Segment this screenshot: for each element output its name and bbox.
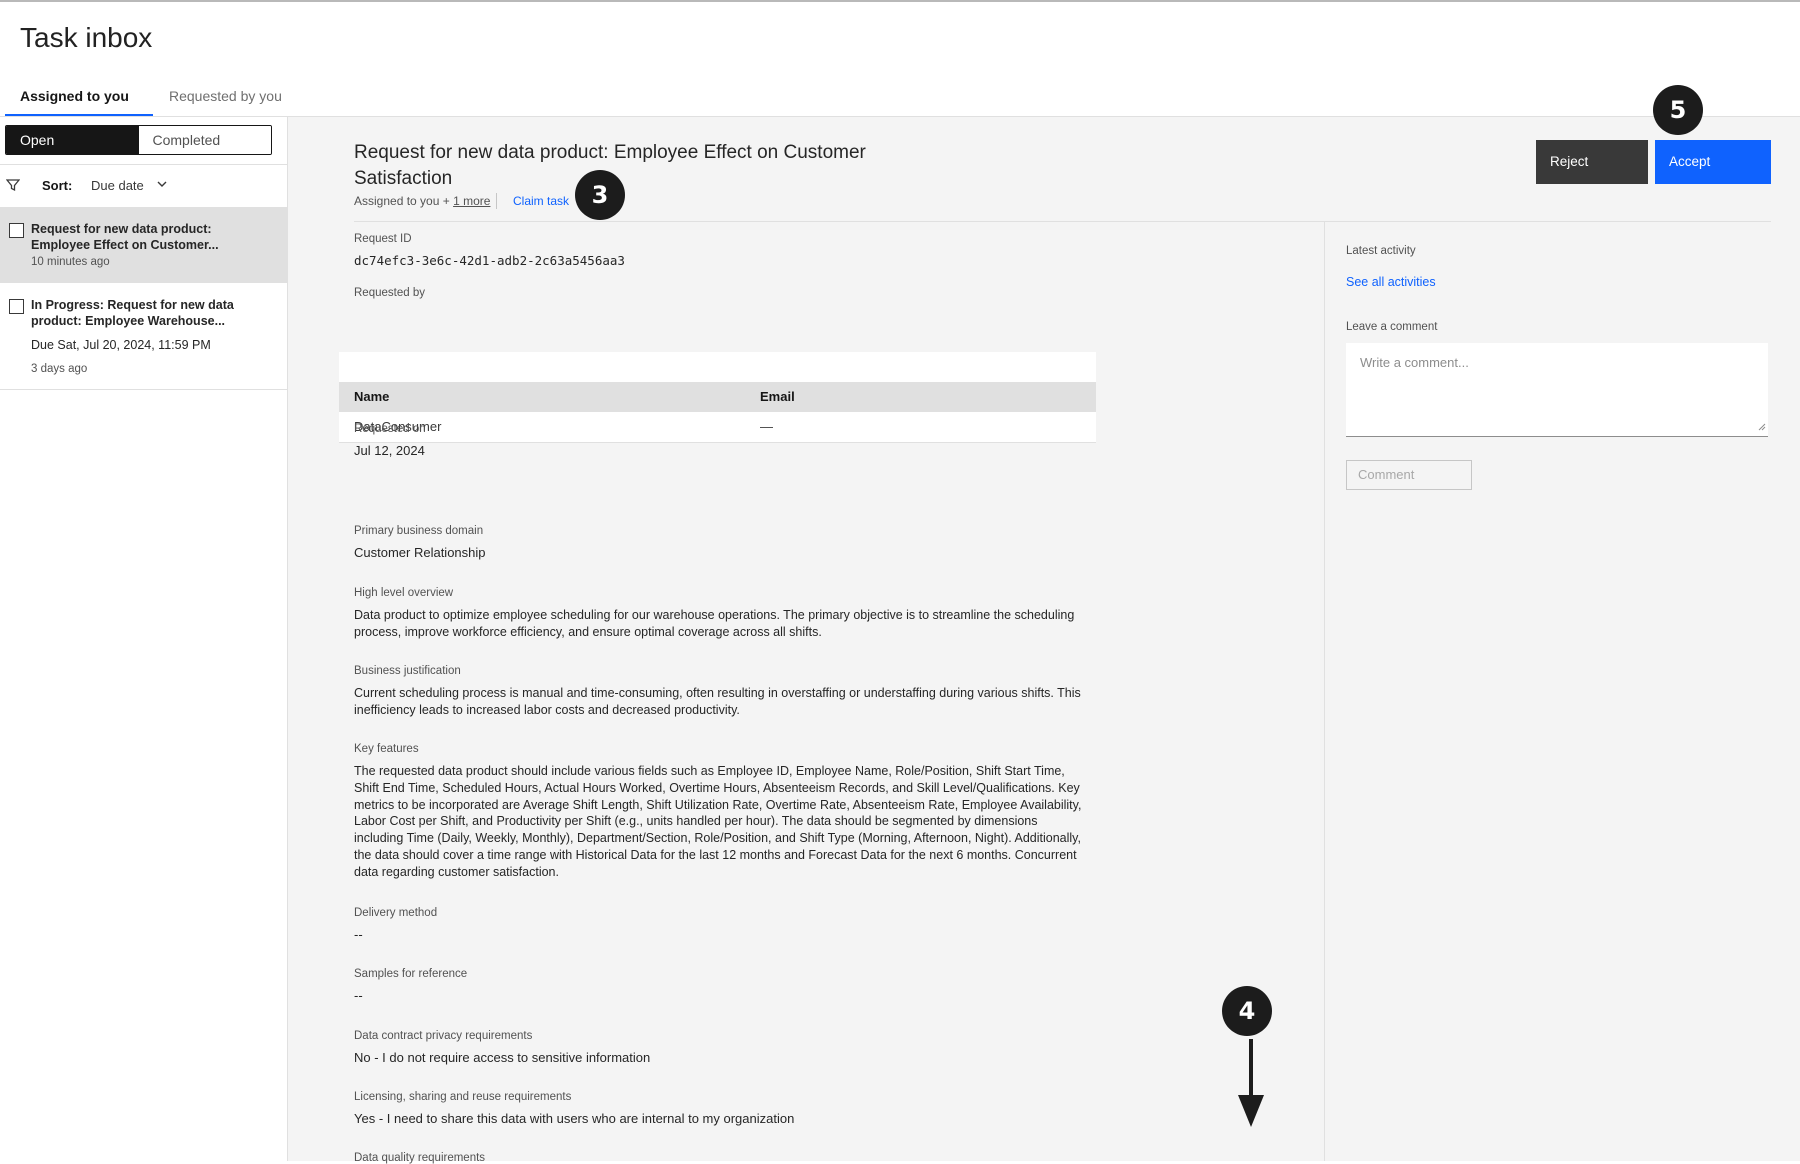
task-time: 10 minutes ago xyxy=(31,256,110,268)
delivery-value: -- xyxy=(354,927,363,942)
filter-icon[interactable] xyxy=(5,178,21,195)
comment-textarea[interactable]: Write a comment... xyxy=(1346,343,1768,437)
checkbox-icon[interactable] xyxy=(9,299,24,314)
comment-button[interactable]: Comment xyxy=(1346,460,1472,490)
task-detail: Request for new data product: Employee E… xyxy=(288,117,1800,1164)
task-title: Request for new data product: Employee E… xyxy=(31,222,219,252)
task-due-date: Due Sat, Jul 20, 2024, 11:59 PM xyxy=(31,338,211,352)
quality-label: Data quality requirements xyxy=(354,1152,486,1164)
sort-bar: Sort: Due date xyxy=(0,164,287,208)
arrow-down-icon xyxy=(1236,1039,1266,1132)
open-switch[interactable]: Open xyxy=(6,126,139,154)
request-id-label: Request ID xyxy=(354,233,412,245)
key-features-label: Key features xyxy=(354,743,419,755)
samples-value: -- xyxy=(354,988,363,1003)
latest-activity-label: Latest activity xyxy=(1346,245,1416,257)
step-badge-3: 3 xyxy=(575,170,625,220)
task-time: 3 days ago xyxy=(31,363,88,375)
requested-by-label: Requested by xyxy=(354,287,425,299)
column-header-email: Email xyxy=(760,389,795,404)
justification-label: Business justification xyxy=(354,665,461,677)
cell-email: — xyxy=(760,419,773,434)
claim-task-link[interactable]: Claim task xyxy=(513,194,569,208)
table-header: Name Email xyxy=(339,382,1096,412)
samples-label: Samples for reference xyxy=(354,968,468,980)
column-header-name: Name xyxy=(354,389,390,404)
assigned-text: Assigned to you + xyxy=(354,194,454,208)
request-id-value: dc74efc3-3e6c-42d1-adb2-2c63a5456aa3 xyxy=(354,253,625,268)
task-title: In Progress: Request for new data produc… xyxy=(31,298,234,328)
reject-button[interactable]: Reject xyxy=(1536,140,1648,184)
delivery-label: Delivery method xyxy=(354,907,438,919)
page-title: Task inbox xyxy=(20,22,153,53)
overview-label: High level overview xyxy=(354,587,454,599)
checkbox-icon[interactable] xyxy=(9,223,24,238)
tab-requested-by-you[interactable]: Requested by you xyxy=(169,88,282,114)
see-all-activities-link[interactable]: See all activities xyxy=(1346,275,1436,289)
task-list-panel: Open Completed Sort: Due date Request fo… xyxy=(0,117,288,1161)
table-row: DataConsumer — xyxy=(339,412,1096,443)
active-tab-indicator xyxy=(5,114,153,116)
tab-bar: Assigned to you Requested by you xyxy=(0,80,1800,117)
more-assignees-link[interactable]: 1 more xyxy=(453,194,490,208)
assignees: Assigned to you + 1 more xyxy=(354,194,490,208)
requested-on-label: Requested on xyxy=(354,423,426,435)
domain-label: Primary business domain xyxy=(354,525,484,537)
overview-value: Data product to optimize employee schedu… xyxy=(354,608,1075,639)
privacy-label: Data contract privacy requirements xyxy=(354,1030,533,1042)
comment-label: Leave a comment xyxy=(1346,321,1438,333)
comment-placeholder: Write a comment... xyxy=(1360,355,1469,370)
divider xyxy=(496,193,497,209)
licensing-value: Yes - I need to share this data with use… xyxy=(354,1111,795,1126)
requested-on-value: Jul 12, 2024 xyxy=(354,443,425,458)
accept-button[interactable]: Accept xyxy=(1655,140,1771,184)
top-border xyxy=(0,0,1800,2)
requested-by-table: Name Email DataConsumer — xyxy=(339,352,1096,443)
status-switcher: Open Completed xyxy=(5,125,272,155)
privacy-value: No - I do not require access to sensitiv… xyxy=(354,1050,651,1065)
resize-handle-icon[interactable] xyxy=(1758,419,1766,434)
domain-value: Customer Relationship xyxy=(354,545,486,560)
sort-label: Sort: xyxy=(42,178,73,193)
task-list-item[interactable]: In Progress: Request for new data produc… xyxy=(0,283,287,390)
completed-switch[interactable]: Completed xyxy=(138,126,271,154)
chevron-down-icon[interactable] xyxy=(156,178,168,193)
key-features-value: The requested data product should includ… xyxy=(354,764,1082,879)
table-toolbar xyxy=(339,352,1096,382)
panel-divider xyxy=(1324,222,1325,1161)
task-list-item[interactable]: Request for new data product: Employee E… xyxy=(0,207,287,283)
header-divider xyxy=(354,221,1771,222)
tab-assigned-to-you[interactable]: Assigned to you xyxy=(20,88,129,114)
step-badge-5: 5 xyxy=(1653,85,1703,135)
licensing-label: Licensing, sharing and reuse requirement… xyxy=(354,1091,572,1103)
sort-dropdown[interactable]: Due date xyxy=(91,178,144,193)
step-badge-4: 4 xyxy=(1222,986,1272,1036)
justification-value: Current scheduling process is manual and… xyxy=(354,686,1081,717)
